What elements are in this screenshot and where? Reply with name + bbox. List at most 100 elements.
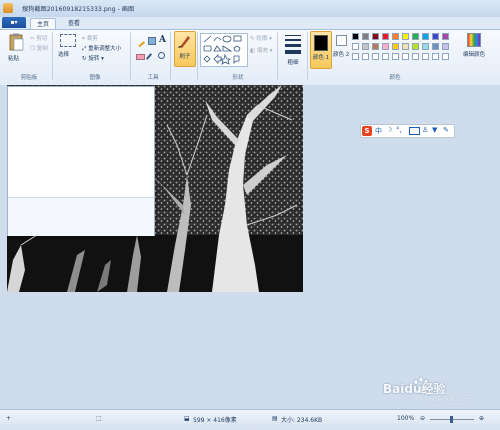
rotate-button[interactable]: ↻ 旋转 ▾: [82, 54, 104, 62]
zoom-out-button[interactable]: ⊖: [420, 415, 425, 422]
palette-swatch[interactable]: [352, 33, 359, 40]
palette-swatch[interactable]: [372, 43, 379, 50]
selection-icon: ⬚: [96, 415, 102, 422]
fill-dropdown[interactable]: ◧ 填充 ▾: [250, 46, 272, 54]
app-icon[interactable]: [3, 3, 13, 13]
colors-group-label: 颜色: [389, 75, 401, 81]
app-menu-button[interactable]: ▪▾: [2, 17, 26, 28]
outline-dropdown[interactable]: ✎ 轮廓 ▾: [250, 34, 272, 42]
palette-swatch[interactable]: [432, 43, 439, 50]
color2-swatch: [335, 35, 347, 46]
ime-mode-label[interactable]: 中: [375, 126, 382, 136]
brush-icon: [178, 36, 190, 48]
image-group-label: 图像: [89, 75, 101, 81]
magnifier-icon[interactable]: [158, 52, 165, 59]
palette-swatch[interactable]: [422, 53, 429, 60]
color2-button[interactable]: 颜色 2: [333, 33, 349, 65]
skin-icon[interactable]: ▼: [432, 126, 437, 134]
resize-button[interactable]: ⤢ 重新调整大小: [82, 44, 121, 53]
select-label: 选择: [58, 52, 70, 58]
palette-swatch[interactable]: [422, 43, 429, 50]
brushes-button[interactable]: 刷子: [174, 31, 196, 67]
shapes-gallery[interactable]: [200, 33, 248, 67]
paste-button[interactable]: 粘贴: [8, 33, 24, 63]
select-button[interactable]: 选择: [58, 33, 76, 63]
palette-swatch[interactable]: [432, 53, 439, 60]
keyboard-icon[interactable]: [409, 127, 420, 135]
palette-swatch[interactable]: [382, 33, 389, 40]
palette-swatch[interactable]: [432, 33, 439, 40]
paste-label: 粘贴: [8, 56, 20, 62]
color1-swatch: [314, 35, 328, 51]
text-tool-icon[interactable]: A: [159, 35, 166, 45]
edit-colors-button[interactable]: 编辑颜色: [459, 32, 489, 66]
moon-icon[interactable]: ☽: [386, 126, 392, 134]
wrench-icon[interactable]: ✎: [443, 126, 449, 134]
add-icon[interactable]: +: [6, 415, 11, 422]
color-palette: [352, 33, 457, 63]
palette-swatch[interactable]: [372, 53, 379, 60]
zoom-in-button[interactable]: ⊕: [479, 415, 484, 422]
zoom-level: 100%: [397, 415, 415, 422]
save-quick-icon[interactable]: [14, 3, 22, 12]
crop-button[interactable]: ⌗ 裁剪: [82, 34, 98, 43]
shapes-icon: [203, 35, 242, 65]
palette-swatch[interactable]: [362, 33, 369, 40]
palette-swatch[interactable]: [442, 33, 449, 40]
resize-label: 重新调整大小: [88, 46, 122, 52]
color-wheel-icon: [467, 33, 481, 47]
palette-swatch[interactable]: [422, 33, 429, 40]
palette-swatch[interactable]: [412, 53, 419, 60]
cut-label: 剪切: [36, 36, 48, 42]
palette-swatch[interactable]: [352, 53, 359, 60]
window-title: 搜狗截图20160918215333.png - 画图: [22, 6, 135, 13]
palette-swatch[interactable]: [352, 43, 359, 50]
palette-swatch[interactable]: [442, 53, 449, 60]
copy-label: 复制: [36, 46, 48, 52]
zoom-slider[interactable]: [430, 416, 474, 423]
palette-swatch[interactable]: [362, 53, 369, 60]
cut-button[interactable]: ✂ 剪切: [30, 34, 47, 42]
blank-canvas-panel[interactable]: [7, 86, 155, 236]
palette-swatch[interactable]: [382, 43, 389, 50]
palette-swatch[interactable]: [402, 33, 409, 40]
color1-button[interactable]: 颜色 1: [310, 31, 332, 69]
eraser-icon[interactable]: [136, 54, 145, 60]
palette-swatch[interactable]: [362, 43, 369, 50]
shapes-group-label: 形状: [232, 75, 244, 81]
palette-swatch[interactable]: [402, 53, 409, 60]
palette-swatch[interactable]: [372, 33, 379, 40]
palette-swatch[interactable]: [412, 43, 419, 50]
divider: [307, 32, 308, 80]
divider: [52, 32, 53, 80]
divider: [130, 32, 131, 80]
palette-swatch[interactable]: [442, 43, 449, 50]
edit-colors-label: 编辑颜色: [462, 52, 485, 58]
line-width-icon: [285, 35, 301, 54]
image-dimensions: 599 × 416像素: [193, 417, 237, 424]
palette-swatch[interactable]: [392, 43, 399, 50]
file-size: 大小: 234.6KB: [281, 417, 323, 424]
ime-toolbar[interactable]: S 中 ☽ °, ♙ ▼ ✎: [360, 124, 455, 138]
palette-swatch[interactable]: [412, 33, 419, 40]
sogou-logo-icon[interactable]: S: [362, 126, 372, 136]
size-button[interactable]: 粗细: [282, 33, 304, 67]
paste-icon: [9, 33, 24, 51]
outline-label: 轮廓: [256, 36, 268, 42]
punctuation-icon[interactable]: °,: [396, 126, 402, 134]
palette-swatch[interactable]: [392, 33, 399, 40]
copy-button[interactable]: ❐ 复制: [30, 44, 48, 52]
palette-swatch[interactable]: [382, 53, 389, 60]
palette-swatch[interactable]: [392, 53, 399, 60]
tools-group-label: 工具: [147, 75, 159, 81]
divider: [197, 32, 198, 80]
fill-bucket-icon[interactable]: [148, 37, 156, 45]
disk-icon: ▤: [272, 415, 278, 422]
color1-label: 颜色 1: [312, 55, 330, 61]
tab-view[interactable]: 查看: [62, 18, 86, 29]
zoom-slider-thumb[interactable]: [450, 416, 453, 423]
divider: [170, 32, 171, 80]
palette-swatch[interactable]: [402, 43, 409, 50]
user-icon[interactable]: ♙: [422, 126, 428, 134]
size-label: 粗细: [287, 60, 299, 66]
